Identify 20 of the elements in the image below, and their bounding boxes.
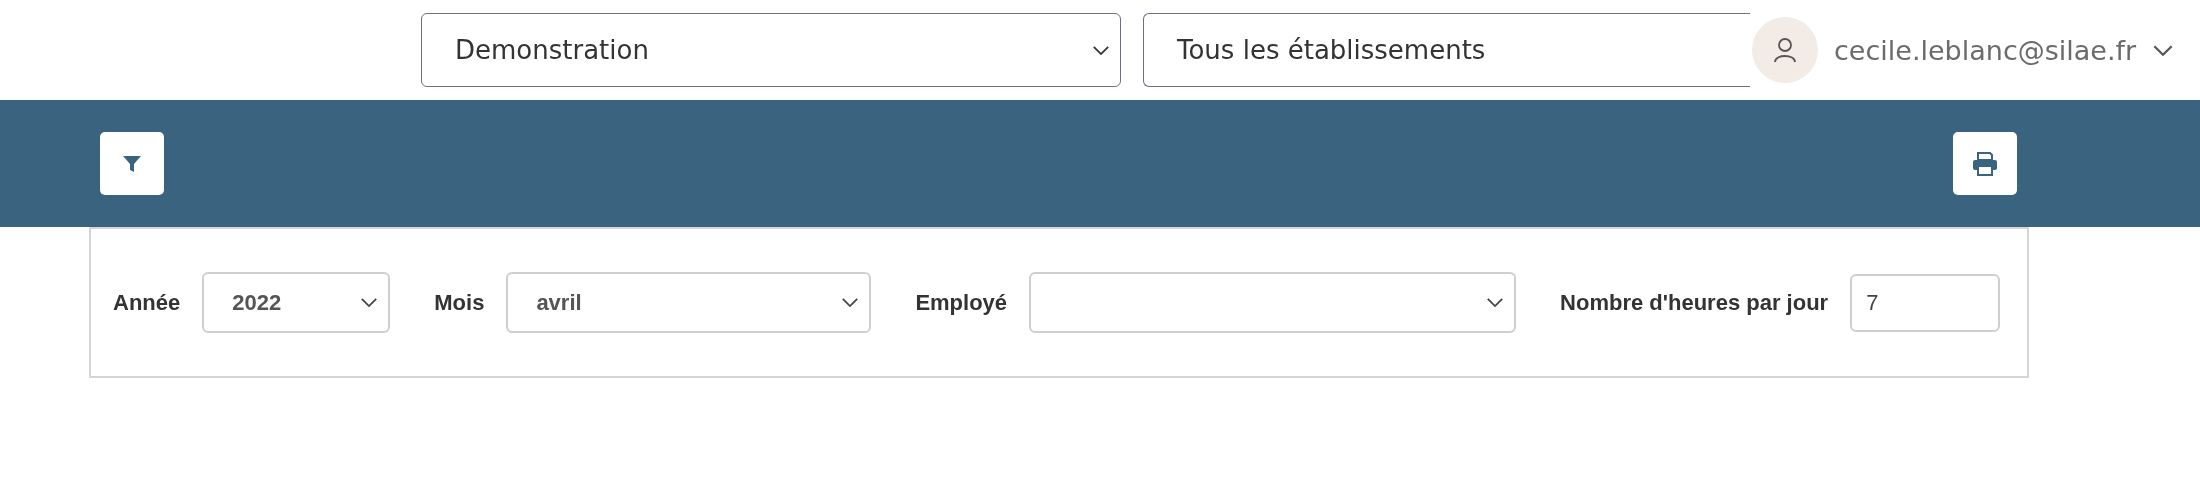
establishment-select[interactable]: Tous les établissements (1143, 13, 1752, 87)
print-button[interactable] (1953, 132, 2017, 195)
chevron-down-icon (841, 297, 860, 308)
printer-icon (1972, 151, 1998, 176)
chevron-down-icon (360, 297, 379, 308)
user-email[interactable]: cecile.leblanc@silae.fr (1834, 34, 2137, 66)
company-select[interactable]: Demonstration (421, 13, 1121, 87)
filter-button[interactable] (100, 132, 164, 195)
field-label: Mois (434, 289, 485, 316)
field-label: Nombre d'heures par jour (1560, 289, 1829, 316)
chevron-down-icon (1092, 44, 1110, 56)
select-field[interactable] (1029, 272, 1517, 333)
chevron-down-icon (1486, 297, 1505, 308)
field-label: Année (113, 289, 181, 316)
field-label: Employé (915, 289, 1008, 316)
input-field[interactable]: 7 (1850, 273, 2001, 332)
select-field[interactable]: avril (506, 272, 872, 333)
chevron-down-icon (2152, 43, 2175, 57)
filter-icon (122, 153, 142, 174)
select-field[interactable]: 2022 (202, 272, 391, 333)
